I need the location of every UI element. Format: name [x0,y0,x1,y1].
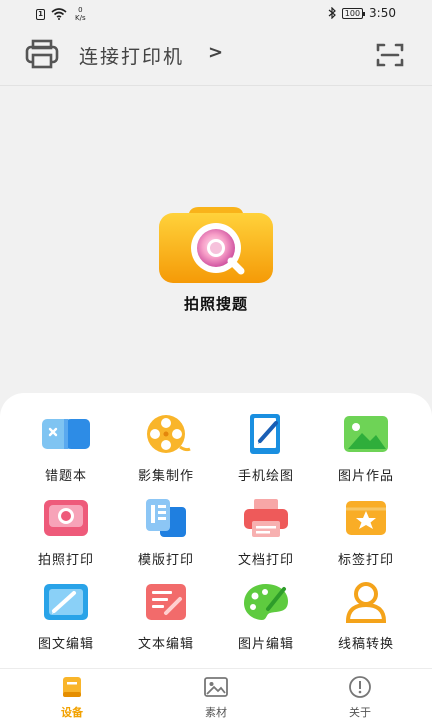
tool-label: 图片编辑 [237,637,294,652]
image-frame-icon [204,677,228,697]
tool-label: 文本编辑 [137,637,194,652]
chevron-right-icon[interactable]: > [208,42,223,63]
tab-materials[interactable]: 素材 [144,669,288,720]
network-speed-unit: K/s [75,14,86,22]
tab-label: 素材 [205,706,227,719]
status-right: 100 3:50 [328,6,396,20]
photo-print-icon [44,500,88,536]
tool-image-text-edit[interactable]: 图文编辑 [16,581,116,653]
tools-panel: 错题本 影集制作 手机绘图 图片作品 拍照打印 模版打印 文档打印 标签打印 图… [0,393,432,668]
status-left: 1 0 K/s [36,6,86,22]
tool-label-print[interactable]: 标签打印 [316,497,416,569]
clock: 3:50 [369,6,396,20]
notebook-icon [42,419,90,449]
tool-picture-edit[interactable]: 图片编辑 [216,581,316,653]
tool-document-print[interactable]: 文档打印 [216,497,316,569]
tool-text-edit[interactable]: 文本编辑 [116,581,216,653]
tool-wrong-questions[interactable]: 错题本 [16,413,116,485]
battery-icon: 100 [341,7,366,19]
tool-photo-print[interactable]: 拍照打印 [16,497,116,569]
template-icon [146,499,186,537]
printer-doc-icon [244,499,288,537]
label-tag-icon [346,501,386,535]
tab-about[interactable]: 关于 [288,669,432,720]
tool-label: 标签打印 [337,553,394,568]
tool-label: 图文编辑 [37,637,94,652]
tool-label: 拍照打印 [37,553,94,568]
tools-grid: 错题本 影集制作 手机绘图 图片作品 拍照打印 模版打印 文档打印 标签打印 图… [16,413,416,653]
tool-template-print[interactable]: 模版打印 [116,497,216,569]
tool-label: 错题本 [44,469,87,484]
tool-picture-works[interactable]: 图片作品 [316,413,416,485]
tab-label: 关于 [349,706,371,719]
connect-printer-link[interactable]: 连接打印机 [79,42,184,69]
tab-label: 设备 [61,706,83,719]
palette-icon [244,584,288,620]
photo-search-label: 拍照搜题 [183,295,248,313]
tool-label: 线稿转换 [337,637,394,652]
photo-search-feature[interactable]: 拍照搜题 [150,205,282,314]
header: 连接打印机 > [0,30,432,86]
tool-label: 手机绘图 [237,469,294,484]
landscape-image-icon [344,416,388,452]
image-edit-icon [44,584,88,620]
device-book-icon [63,677,81,697]
scan-icon[interactable] [376,42,404,68]
sim-icon: 1 [36,8,45,20]
film-reel-icon [147,415,191,453]
portrait-outline-icon [345,582,387,623]
tool-label: 模版打印 [137,553,194,568]
tool-line-art-convert[interactable]: 线稿转换 [316,581,416,653]
bottom-tab-bar: 设备 素材 关于 [0,668,432,720]
printer-icon[interactable] [24,38,60,70]
tool-label: 影集制作 [137,469,194,484]
tab-device[interactable]: 设备 [0,669,144,720]
status-bar: 1 0 K/s 100 3:50 [0,0,432,28]
tool-label: 图片作品 [337,469,394,484]
text-edit-icon [146,584,186,620]
bluetooth-icon [328,7,336,19]
tool-phone-drawing[interactable]: 手机绘图 [216,413,316,485]
tool-album-make[interactable]: 影集制作 [116,413,216,485]
tablet-pen-icon [250,414,280,454]
tool-label: 文档打印 [237,553,294,568]
wifi-icon [51,8,67,20]
camera-search-icon[interactable] [157,205,275,285]
screen: 1 0 K/s 100 3:50 连接打印机 > 拍照搜题 错题本 影集制作 手… [0,0,432,720]
network-speed-value: 0 [78,6,83,14]
info-circle-icon [349,676,371,698]
network-speed: 0 K/s [75,6,86,22]
